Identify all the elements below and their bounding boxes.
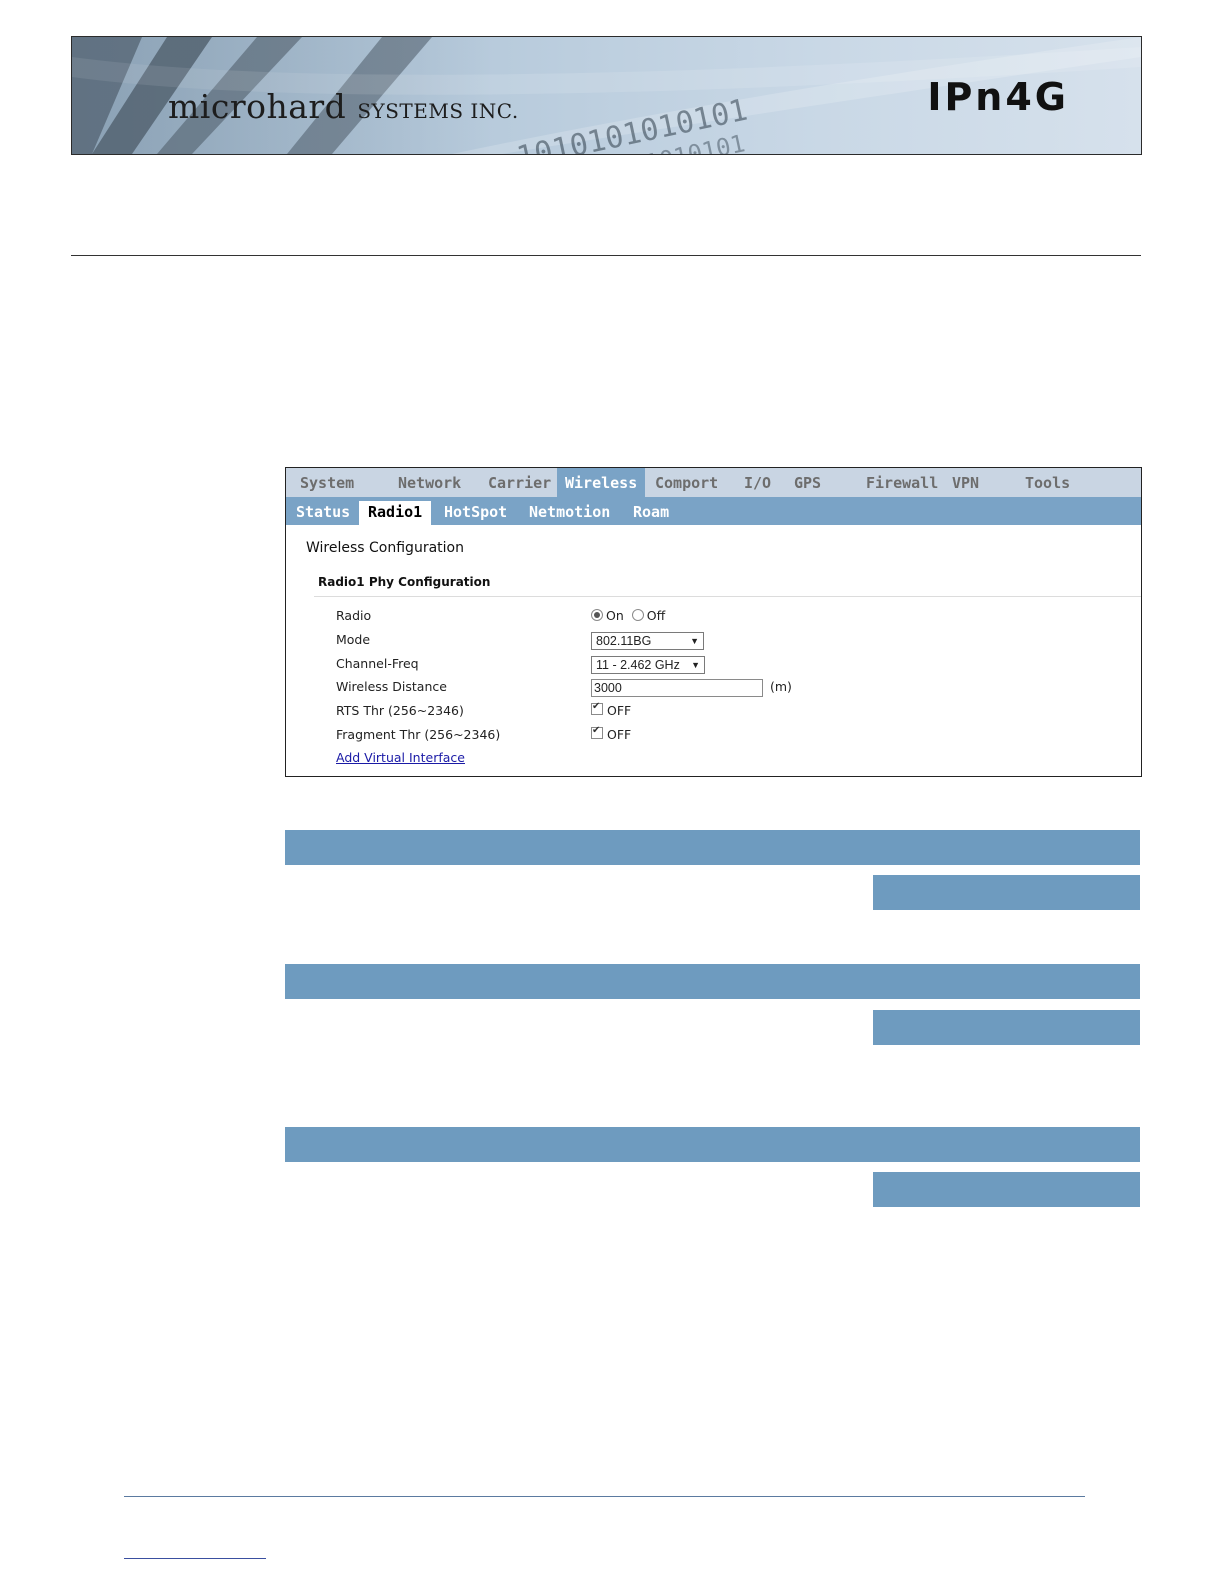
radio-controls: On Off [591, 608, 665, 623]
radio-on-label: On [606, 608, 624, 623]
mode-select[interactable]: 802.11BG ▼ [591, 632, 704, 650]
tab-gps[interactable]: GPS [786, 468, 829, 497]
distance-unit: (m) [769, 679, 792, 694]
section-title: Wireless Configuration [306, 540, 464, 556]
product-name: IPn4G [927, 75, 1069, 119]
fragment-control: OFF [591, 725, 632, 742]
section-bar-2 [285, 964, 1140, 999]
tab-system[interactable]: System [292, 468, 362, 497]
tab-carrier[interactable]: Carrier [480, 468, 559, 497]
dropdown-arrow-icon: ▼ [691, 660, 700, 670]
add-virtual-interface-link[interactable]: Add Virtual Interface [336, 750, 465, 765]
brand-name: microhard [168, 87, 347, 126]
subsection-title: Radio1 Phy Configuration [318, 575, 491, 589]
subtab-netmotion[interactable]: Netmotion [520, 497, 619, 525]
tab-firewall[interactable]: Firewall [858, 468, 946, 497]
footer-link-underline [124, 1558, 266, 1559]
tab-tools[interactable]: Tools [1017, 468, 1078, 497]
brand-logo: microhard SYSTEMS INC. [168, 87, 519, 126]
tab-comport[interactable]: Comport [647, 468, 726, 497]
tab-network[interactable]: Network [390, 468, 469, 497]
fragment-label: Fragment Thr (256~2346) [336, 727, 501, 742]
distance-input[interactable]: 3000 [591, 679, 763, 697]
wireless-config-screenshot: System Network Carrier Wireless Comport … [285, 467, 1142, 777]
section-sidebar-2 [873, 1010, 1140, 1045]
footer-divider [124, 1496, 1085, 1497]
channel-label: Channel-Freq [336, 656, 419, 671]
section-bar-3 [285, 1127, 1140, 1162]
fragment-status: OFF [607, 727, 632, 742]
tab-wireless[interactable]: Wireless [557, 468, 646, 497]
section-sidebar-1 [873, 875, 1140, 910]
fragment-checkbox[interactable] [591, 725, 603, 739]
header-divider [71, 255, 1141, 256]
rts-label: RTS Thr (256~2346) [336, 703, 464, 718]
radio-off-label: Off [646, 608, 666, 623]
mode-value: 802.11BG [596, 634, 652, 648]
channel-value: 11 - 2.462 GHz [596, 658, 680, 672]
subtab-roam[interactable]: Roam [624, 497, 678, 525]
sub-nav: Status Radio1 HotSpot Netmotion Roam [286, 497, 1141, 525]
channel-select[interactable]: 11 - 2.462 GHz ▼ [591, 656, 705, 674]
tab-vpn[interactable]: VPN [944, 468, 987, 497]
subtab-hotspot[interactable]: HotSpot [435, 497, 516, 525]
distance-control: 3000 (m) [591, 679, 792, 697]
rts-control: OFF [591, 701, 632, 718]
tab-io[interactable]: I/O [736, 468, 779, 497]
radio-on-button[interactable] [591, 609, 603, 621]
dropdown-arrow-icon: ▼ [690, 636, 699, 646]
subsection-divider [314, 596, 1141, 597]
subtab-radio1[interactable]: Radio1 [359, 501, 432, 525]
section-sidebar-3 [873, 1172, 1140, 1207]
radio-label: Radio [336, 608, 372, 623]
channel-control: 11 - 2.462 GHz ▼ [591, 656, 705, 674]
main-nav: System Network Carrier Wireless Comport … [286, 468, 1141, 497]
radio-off-button[interactable] [631, 609, 644, 621]
rts-checkbox[interactable] [591, 701, 603, 715]
subtab-status[interactable]: Status [287, 497, 359, 525]
mode-control: 802.11BG ▼ [591, 632, 704, 650]
distance-label: Wireless Distance [336, 679, 447, 694]
mode-label: Mode [336, 632, 371, 647]
section-bar-1 [285, 830, 1140, 865]
rts-status: OFF [607, 703, 632, 718]
brand-suffix: SYSTEMS INC. [357, 99, 519, 123]
header-banner: 1010101010101 01010101010101 microhard S… [71, 36, 1142, 155]
